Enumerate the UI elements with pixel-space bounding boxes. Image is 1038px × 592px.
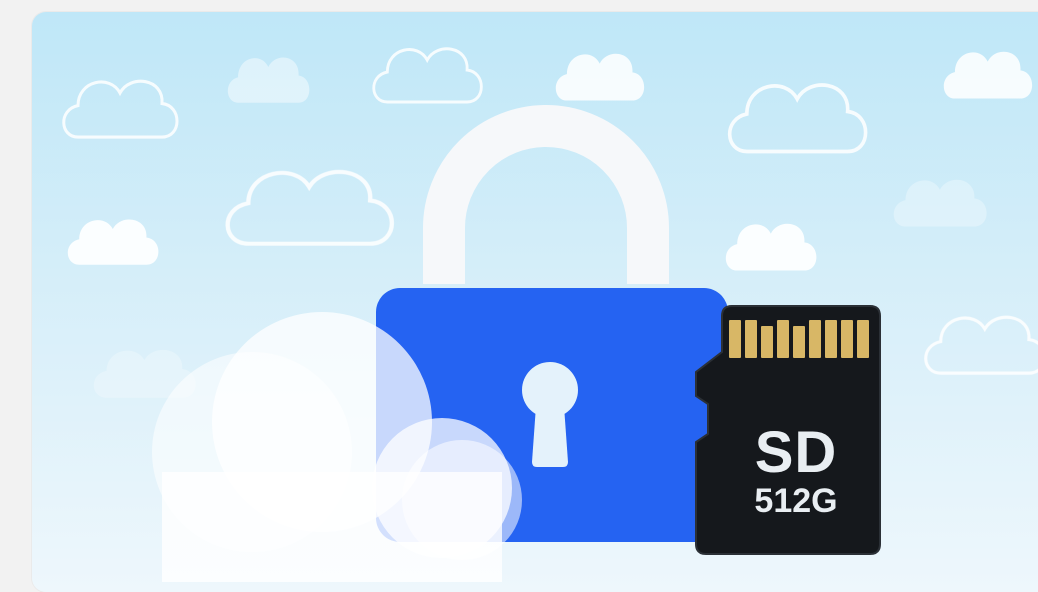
illustration-canvas [62,47,1038,582]
cloud-icon [727,83,868,154]
cloud-icon [228,172,392,244]
cloud-icon [372,47,483,104]
cloud-icon [943,51,1033,99]
sd-card-capacity: 512G [754,482,838,520]
cloud-icon [924,315,1038,375]
padlock-shackle [423,105,669,284]
sd-card-label: SD [754,420,838,485]
cloud-icon [67,219,159,265]
cloud-icon [893,179,987,227]
cloud-icon [227,57,310,103]
hero-illustration-card: SD 512G [32,12,1038,592]
cloud-icon [725,223,817,271]
cloud-icon [62,79,179,139]
cloud-icon [555,53,645,101]
